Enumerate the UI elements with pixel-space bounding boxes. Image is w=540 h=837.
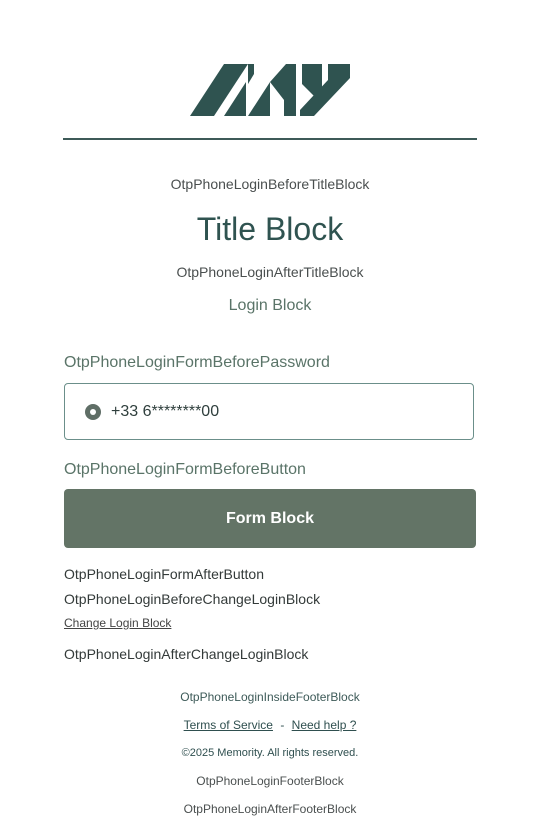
header-divider <box>63 138 477 140</box>
my-logo <box>190 64 350 116</box>
form-before-password-block: OtpPhoneLoginFormBeforePassword <box>64 354 330 371</box>
after-footer-block: OtpPhoneLoginAfterFooterBlock <box>183 802 357 816</box>
login-page: OtpPhoneLoginBeforeTitleBlock Title Bloc… <box>0 0 540 837</box>
page-title: Title Block <box>196 211 344 247</box>
footer-block: OtpPhoneLoginFooterBlock <box>196 774 344 788</box>
radio-selected-icon[interactable] <box>85 403 101 420</box>
form-after-button-block: OtpPhoneLoginFormAfterButton <box>64 566 265 582</box>
inside-footer-block: OtpPhoneLoginInsideFooterBlock <box>180 690 360 704</box>
phone-number-value: +33 6********00 <box>111 402 220 420</box>
form-before-button-block: OtpPhoneLoginFormBeforeButton <box>64 461 306 478</box>
after-change-login-block: OtpPhoneLoginAfterChangeLoginBlock <box>64 646 309 662</box>
before-change-login-block: OtpPhoneLoginBeforeChangeLoginBlock <box>64 591 321 607</box>
login-block: Login Block <box>228 297 312 314</box>
need-help-link[interactable]: Need help ? <box>292 718 357 732</box>
footer-links: Terms of Service - Need help ? <box>0 718 540 732</box>
footer-link-separator: - <box>280 718 285 732</box>
change-login-link[interactable]: Change Login Block <box>64 616 171 630</box>
copyright-text: ©2025 Memority. All rights reserved. <box>181 747 359 759</box>
before-title-block: OtpPhoneLoginBeforeTitleBlock <box>170 176 370 192</box>
terms-of-service-link[interactable]: Terms of Service <box>184 718 273 732</box>
phone-option[interactable]: +33 6********00 <box>64 383 474 440</box>
after-title-block: OtpPhoneLoginAfterTitleBlock <box>176 264 364 280</box>
form-submit-button[interactable]: Form Block <box>64 489 476 548</box>
